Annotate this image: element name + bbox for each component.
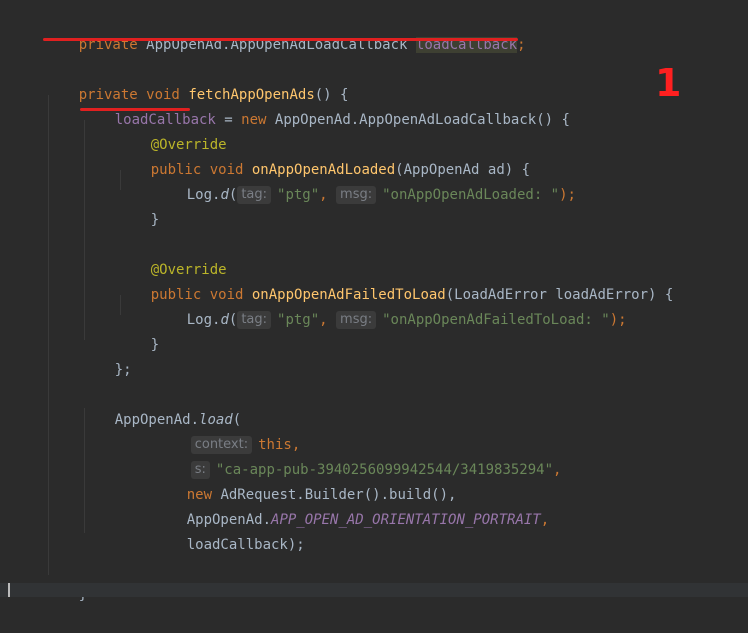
statement-end: ); bbox=[609, 312, 627, 328]
text-caret bbox=[8, 583, 10, 597]
code-line-override[interactable]: @Override bbox=[117, 233, 227, 278]
brace: }; bbox=[114, 362, 132, 378]
code-editor[interactable]: private AppOpenAd.AppOpenAdLoadCallback … bbox=[0, 0, 748, 603]
param-hint: tag: bbox=[237, 186, 272, 204]
code-line-brace[interactable]: }; bbox=[81, 333, 132, 378]
param-hint: msg: bbox=[336, 311, 377, 329]
statement-end: ); bbox=[559, 187, 576, 203]
comma: , bbox=[319, 312, 337, 328]
red-underline bbox=[43, 38, 518, 41]
code-text: ( bbox=[228, 187, 238, 203]
class-ref: Log. bbox=[186, 312, 221, 328]
code-text: ( bbox=[228, 312, 238, 328]
code-line-method-declaration[interactable]: private void fetchAppOpenAds() { bbox=[45, 58, 349, 103]
code-line-adrequest-arg[interactable]: new AdRequest.Builder().build(), bbox=[153, 458, 457, 503]
brace: } bbox=[150, 212, 160, 228]
code-line-log-failed[interactable]: Log.d(tag: "ptg", msg: "onAppOpenAdFailedT… bbox=[153, 283, 627, 329]
horizontal-scrollbar[interactable] bbox=[0, 583, 748, 597]
code-line-brace[interactable]: } bbox=[117, 308, 159, 353]
string-literal: "ptg" bbox=[277, 187, 320, 203]
string-literal: "onAppOpenAdFailedToLoad: " bbox=[382, 312, 610, 328]
comma: , bbox=[553, 462, 562, 478]
string-literal: "ptg" bbox=[277, 312, 320, 328]
indent-guide bbox=[48, 95, 49, 575]
code-line-brace[interactable]: } bbox=[45, 558, 87, 603]
brace: } bbox=[150, 337, 160, 353]
code-line-onloaded-signature[interactable]: public void onAppOpenAdLoaded(AppOpenAd … bbox=[117, 133, 530, 178]
code-line-load-call[interactable]: AppOpenAd.load( bbox=[81, 383, 241, 428]
semicolon: ; bbox=[517, 37, 526, 53]
code-line-callback-arg[interactable]: loadCallback); bbox=[153, 508, 305, 553]
code-text: AppOpenAd.AppOpenAdLoadCallback() { bbox=[266, 112, 570, 128]
class-ref: Log. bbox=[186, 187, 221, 203]
method-call: d bbox=[220, 312, 229, 328]
string-literal: "onAppOpenAdLoaded: " bbox=[382, 187, 560, 203]
code-line-brace[interactable]: } bbox=[117, 183, 159, 228]
code-line-field-declaration[interactable]: private AppOpenAd.AppOpenAdLoadCallback … bbox=[45, 8, 526, 53]
param-hint: msg: bbox=[336, 186, 377, 204]
method-call: d bbox=[220, 187, 229, 203]
keyword: new bbox=[241, 112, 267, 128]
comma: , bbox=[319, 187, 337, 203]
code-line-onfailed-signature[interactable]: public void onAppOpenAdFailedToLoad(Load… bbox=[117, 258, 674, 303]
constant: APP_OPEN_AD_ORIENTATION_PORTRAIT bbox=[271, 512, 541, 528]
code-line-context-arg[interactable]: context: this, bbox=[157, 408, 300, 454]
code-line-adunit-arg[interactable]: s: "ca-app-pub-3940256099942544/341983529… bbox=[157, 433, 561, 479]
code-line-orientation-arg[interactable]: AppOpenAd.APP_OPEN_AD_ORIENTATION_PORTRA… bbox=[153, 483, 549, 528]
code-text: loadCallback); bbox=[186, 537, 305, 553]
comma: , bbox=[540, 512, 550, 528]
param-hint: tag: bbox=[237, 311, 272, 329]
annotation-marker-number: 1 bbox=[655, 61, 682, 105]
code-line-log-loaded[interactable]: Log.d(tag: "ptg", msg: "onAppOpenAdLoaded:… bbox=[153, 158, 576, 204]
code-line-callback-assignment[interactable]: loadCallback = new AppOpenAd.AppOpenAdLo… bbox=[81, 83, 570, 128]
code-line-override[interactable]: @Override bbox=[117, 108, 227, 153]
